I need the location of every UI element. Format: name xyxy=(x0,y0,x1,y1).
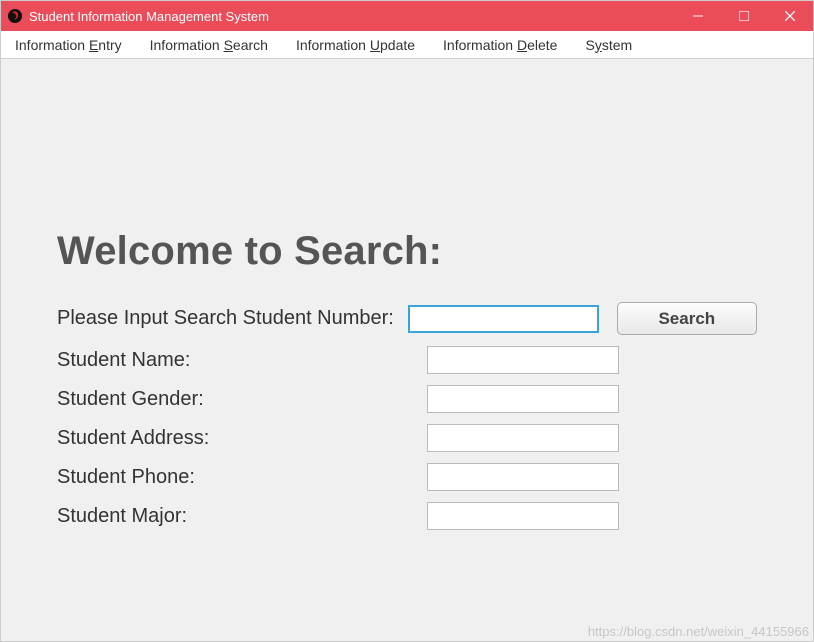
field-row-phone: Student Phone: xyxy=(57,463,757,491)
menu-information-search[interactable]: Information Search xyxy=(150,37,268,53)
menu-information-update[interactable]: Information Update xyxy=(296,37,415,53)
field-row-address: Student Address: xyxy=(57,424,757,452)
field-label: Student Address: xyxy=(57,427,427,450)
minimize-button[interactable] xyxy=(675,1,721,31)
page-heading: Welcome to Search: xyxy=(57,229,757,274)
field-row-name: Student Name: xyxy=(57,346,757,374)
search-button[interactable]: Search xyxy=(617,302,757,335)
menu-information-delete[interactable]: Information Delete xyxy=(443,37,557,53)
menu-information-entry[interactable]: Information Entry xyxy=(15,37,122,53)
address-input[interactable] xyxy=(427,424,619,452)
field-row-gender: Student Gender: xyxy=(57,385,757,413)
field-label: Student Phone: xyxy=(57,466,427,489)
search-input[interactable] xyxy=(408,305,599,333)
phone-input[interactable] xyxy=(427,463,619,491)
window-titlebar: Student Information Management System xyxy=(1,1,813,31)
close-button[interactable] xyxy=(767,1,813,31)
menubar: Information Entry Information Search Inf… xyxy=(1,31,813,59)
menu-system[interactable]: System xyxy=(585,37,632,53)
field-row-major: Student Major: xyxy=(57,502,757,530)
maximize-button[interactable] xyxy=(721,1,767,31)
field-label: Student Major: xyxy=(57,505,427,528)
major-input[interactable] xyxy=(427,502,619,530)
app-icon xyxy=(7,8,23,24)
main-content: Welcome to Search: Please Input Search S… xyxy=(1,59,813,530)
watermark: https://blog.csdn.net/weixin_44155966 xyxy=(588,624,809,639)
gender-input[interactable] xyxy=(427,385,619,413)
window-title: Student Information Management System xyxy=(29,9,269,24)
name-input[interactable] xyxy=(427,346,619,374)
search-row: Please Input Search Student Number: Sear… xyxy=(57,302,757,335)
search-label: Please Input Search Student Number: xyxy=(57,307,408,330)
field-label: Student Gender: xyxy=(57,388,427,411)
field-label: Student Name: xyxy=(57,349,427,372)
